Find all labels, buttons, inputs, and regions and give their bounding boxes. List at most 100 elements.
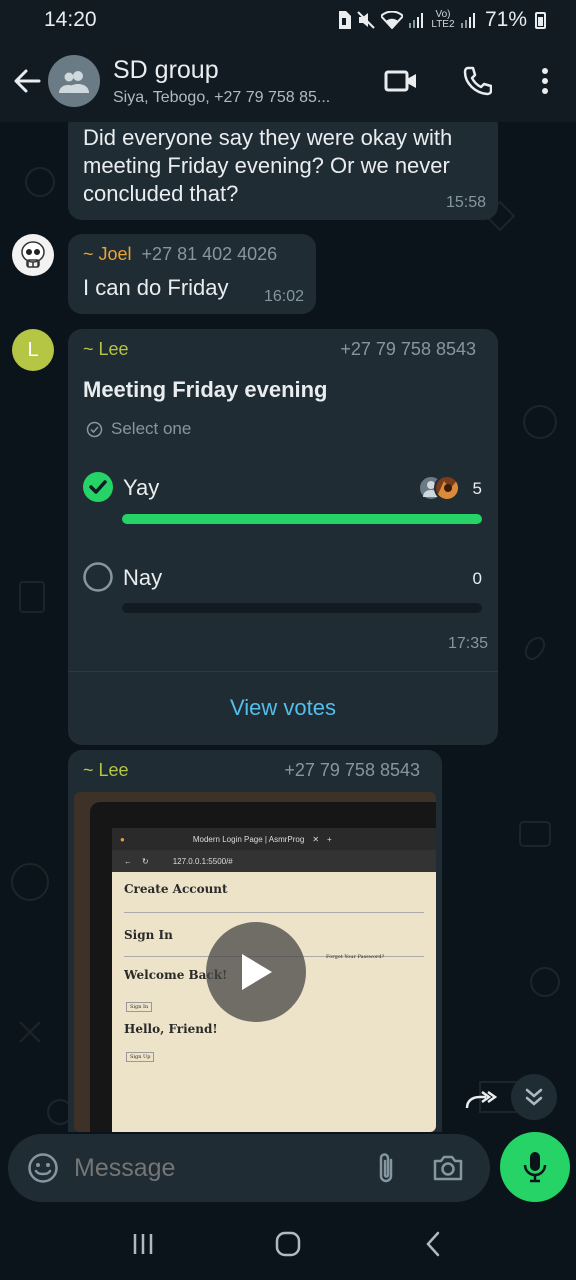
sign-up-mini-button: Sign Up	[126, 1052, 155, 1062]
signal-icon	[408, 13, 423, 28]
sender-avatar-joel[interactable]	[12, 234, 54, 276]
reload-icon: ↻	[142, 856, 149, 866]
message-text: I can do Friday	[83, 275, 229, 300]
group-members: Siya, Tebogo, +27 79 758 85...	[113, 89, 331, 106]
group-name: SD group	[113, 56, 219, 84]
video-thumbnail[interactable]: ● Modern Login Page | AsmrProg ✕ + ← ↻ 1…	[74, 792, 436, 1132]
status-bar: 14:20 Vo) LTE2 71%	[0, 0, 576, 40]
browser-url: 127.0.0.1:5500/#	[172, 856, 233, 866]
check-circle-icon	[86, 421, 103, 437]
group-avatar[interactable]	[48, 55, 100, 107]
poll-progress-track	[122, 603, 482, 613]
sender-phone: +27 81 402 4026	[141, 244, 278, 264]
poll-progress-track	[122, 514, 482, 524]
poll-question: Meeting Friday evening	[83, 377, 328, 402]
tab-icons: ●	[120, 834, 125, 844]
arrow-left-icon	[14, 69, 41, 93]
forward-button[interactable]	[458, 1080, 502, 1120]
camera-button[interactable]	[418, 1143, 478, 1193]
browser-urlbar: ← ↻ 127.0.0.1:5500/#	[112, 850, 436, 872]
poll-option-yay[interactable]: Yay 5	[82, 469, 482, 529]
kebab-menu-icon	[542, 68, 548, 94]
page-heading: Create Account	[124, 882, 228, 896]
wifi-icon	[380, 11, 403, 29]
voice-message-button[interactable]	[500, 1132, 570, 1202]
group-icon	[59, 71, 89, 93]
message-bubble[interactable]: ~ Joel +27 81 402 4026 I can do Friday 1…	[68, 234, 316, 314]
voter-avatars[interactable]	[418, 475, 466, 503]
battery-percent: 71%	[484, 8, 527, 31]
poll-select-hint: Select one	[111, 419, 192, 438]
more-options-button[interactable]	[530, 58, 560, 104]
video-call-button[interactable]	[378, 58, 424, 104]
double-chevron-down-icon	[525, 1088, 543, 1106]
checked-radio-icon[interactable]	[82, 471, 114, 503]
emoji-button[interactable]	[18, 1143, 68, 1193]
home-button[interactable]	[268, 1224, 308, 1264]
tab-close-icon: ✕	[312, 834, 320, 844]
browser-tabbar: ● Modern Login Page | AsmrProg ✕ +	[112, 828, 436, 850]
photo-avatar-icon	[436, 479, 458, 499]
play-button[interactable]	[206, 922, 306, 1022]
voice-call-button[interactable]	[454, 58, 500, 104]
poll-option-count: 0	[472, 569, 482, 588]
poll-message[interactable]: ~ Lee +27 79 758 8543 Meeting Friday eve…	[68, 329, 498, 745]
signal-icon-2	[460, 13, 475, 28]
skull-icon	[21, 241, 45, 268]
emoji-icon	[28, 1153, 58, 1183]
video-message[interactable]: ~ Lee +27 79 758 8543 ● Modern Login Pag…	[68, 750, 442, 1132]
message-input-box[interactable]	[8, 1134, 490, 1202]
sim-icon	[338, 11, 351, 29]
form-line	[124, 912, 424, 916]
forgot-password-link: Forgot Your Password?	[326, 954, 385, 960]
microphone-icon	[523, 1152, 547, 1183]
back-nav-button[interactable]	[413, 1224, 453, 1264]
phone-icon	[463, 66, 492, 96]
mute-icon	[357, 11, 375, 29]
scroll-to-bottom-button[interactable]	[511, 1074, 557, 1120]
message-time: 17:35	[447, 635, 488, 652]
paperclip-icon	[379, 1153, 393, 1183]
view-votes-button[interactable]: View votes	[68, 695, 498, 721]
message-bubble[interactable]: Did everyone say they were okay with mee…	[68, 122, 498, 220]
message-text: Did everyone say they were okay with mee…	[83, 125, 453, 206]
browser-tab-title: Modern Login Page | AsmrProg	[192, 834, 305, 844]
back-button[interactable]	[2, 51, 52, 111]
radio-unchecked-icon[interactable]	[82, 561, 114, 593]
status-icons: Vo) LTE2 71%	[337, 8, 546, 32]
sign-in-mini-button: Sign In	[126, 1002, 153, 1012]
poll-divider	[68, 671, 498, 672]
poll-option-label: Yay	[123, 475, 160, 500]
message-input[interactable]	[74, 1153, 364, 1183]
camera-icon	[433, 1155, 463, 1181]
page-heading: Hello, Friend!	[124, 1022, 218, 1036]
recent-apps-icon	[133, 1234, 152, 1254]
avatar-letter: L	[27, 338, 39, 361]
message-time: 15:58	[445, 194, 486, 211]
chat-header: SD group Siya, Tebogo, +27 79 758 85...	[0, 40, 576, 122]
video-camera-icon	[384, 70, 416, 92]
play-icon	[242, 954, 272, 990]
poll-option-label: Nay	[123, 565, 163, 590]
composer	[0, 1132, 576, 1208]
sender-phone: +27 79 758 8543	[284, 760, 420, 780]
system-nav-bar	[0, 1208, 576, 1280]
sender-name[interactable]: ~ Lee	[83, 339, 129, 360]
back-arrow-icon: ←	[124, 856, 132, 866]
attach-button[interactable]	[364, 1143, 410, 1193]
sender-name[interactable]: ~ Joel	[83, 244, 132, 265]
status-time: 14:20	[44, 8, 97, 31]
forward-icon	[465, 1090, 497, 1109]
message-time: 16:02	[263, 288, 304, 305]
sender-avatar-lee[interactable]: L	[12, 329, 54, 371]
sender-name[interactable]: ~ Lee	[83, 760, 129, 781]
poll-option-count: 5	[472, 479, 482, 498]
chat-area[interactable]: Did everyone say they were okay with mee…	[0, 122, 576, 1132]
chevron-left-icon	[426, 1231, 440, 1257]
new-tab-icon: +	[327, 834, 332, 844]
chat-info[interactable]: SD group Siya, Tebogo, +27 79 758 85...	[113, 55, 375, 107]
network-label: Vo) LTE2	[431, 9, 455, 30]
recent-apps-button[interactable]	[123, 1224, 163, 1264]
poll-option-nay[interactable]: Nay 0	[82, 559, 482, 619]
page-heading: Sign In	[124, 928, 173, 942]
